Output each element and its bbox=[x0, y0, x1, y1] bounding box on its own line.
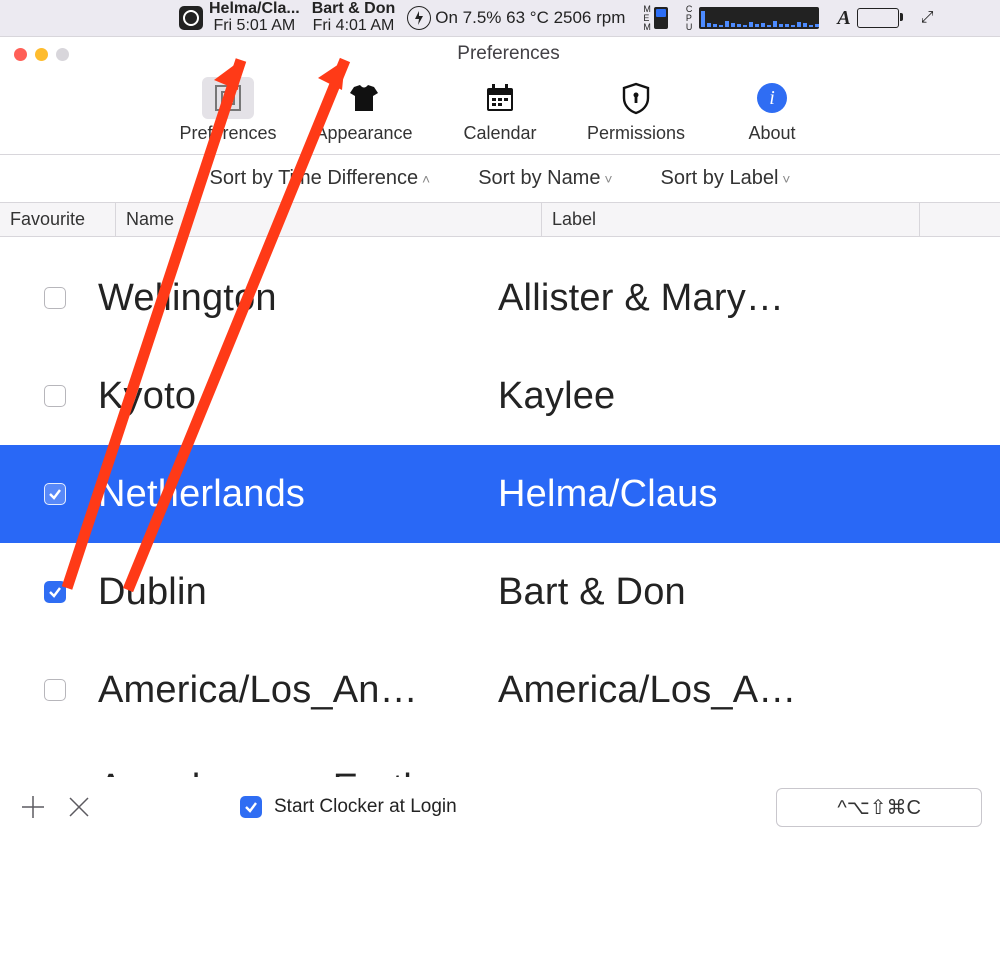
table-row[interactable]: KyotoKaylee bbox=[12, 347, 988, 445]
clocker-menubar-item[interactable]: Helma/Cla... Fri 5:01 AM bbox=[173, 1, 306, 35]
favourite-checkbox[interactable] bbox=[44, 287, 66, 309]
favourite-checkbox[interactable] bbox=[44, 679, 66, 701]
menubar-mem-gauge[interactable]: M E M bbox=[637, 5, 674, 32]
tshirt-icon bbox=[338, 77, 390, 119]
tab-about[interactable]: i About bbox=[717, 77, 827, 144]
remove-button[interactable] bbox=[64, 792, 94, 822]
favourite-checkbox[interactable] bbox=[44, 483, 66, 505]
row-name: America/Los_An… bbox=[98, 669, 498, 712]
tab-appearance-label: Appearance bbox=[315, 123, 412, 144]
menubar-clock-1-label: Helma/Cla... bbox=[209, 1, 300, 18]
menubar-clock-1: Helma/Cla... Fri 5:01 AM bbox=[209, 1, 300, 35]
row-label: Helma/Claus bbox=[498, 473, 988, 516]
row-name: Dublin bbox=[98, 571, 498, 614]
start-at-login-option[interactable]: Start Clocker at Login bbox=[240, 796, 457, 818]
menubar-clock-2-label: Bart & Don bbox=[312, 1, 396, 18]
column-favourite[interactable]: Favourite bbox=[0, 203, 116, 236]
row-label: Bart & Don bbox=[498, 571, 988, 614]
battery-icon bbox=[857, 8, 899, 28]
start-at-login-checkbox[interactable] bbox=[240, 796, 262, 818]
table-row[interactable]: WellingtonAllister & Mary… bbox=[12, 249, 988, 347]
table-row[interactable]: America/Los_An…America/Los_A… bbox=[12, 641, 988, 739]
cpu-graph-icon bbox=[699, 7, 819, 29]
tab-permissions[interactable]: Permissions bbox=[581, 77, 691, 144]
tab-preferences-label: Preferences bbox=[179, 123, 276, 144]
sort-bar: Sort by Time Difference Sort by Name Sor… bbox=[0, 155, 1000, 202]
menubar-clock-2: Bart & Don Fri 4:01 AM bbox=[312, 1, 396, 35]
column-spacer bbox=[920, 203, 1000, 236]
cpu-tag: C P U bbox=[686, 5, 693, 32]
row-label: Allister & Mary… bbox=[498, 277, 988, 320]
tab-appearance[interactable]: Appearance bbox=[309, 77, 419, 144]
row-label: America/Los_A… bbox=[498, 669, 988, 712]
start-at-login-label: Start Clocker at Login bbox=[274, 796, 457, 818]
tab-about-label: About bbox=[748, 123, 795, 144]
table-row[interactable]: NetherlandsHelma/Claus bbox=[0, 445, 1000, 543]
clocker-app-icon bbox=[179, 6, 203, 30]
row-name: Kyoto bbox=[98, 375, 498, 418]
menubar-font-item[interactable]: A bbox=[825, 7, 904, 30]
timezone-table: WellingtonAllister & Mary…KyotoKayleeNet… bbox=[0, 237, 1000, 837]
tab-calendar-label: Calendar bbox=[463, 123, 536, 144]
preferences-window: Preferences Preferences Appearance Calen… bbox=[0, 37, 1000, 837]
tab-calendar[interactable]: Calendar bbox=[445, 77, 555, 144]
tab-preferences[interactable]: Preferences bbox=[173, 77, 283, 144]
column-label[interactable]: Label bbox=[542, 203, 920, 236]
window-footer: Start Clocker at Login ^⌥⇧⌘C bbox=[0, 777, 1000, 837]
menubar-cpu-gauge[interactable]: C P U bbox=[680, 5, 826, 32]
sort-by-time-difference[interactable]: Sort by Time Difference bbox=[210, 167, 431, 190]
mem-bar-icon bbox=[654, 7, 668, 29]
font-icon: A bbox=[837, 7, 850, 30]
menubar-clock-1-time: Fri 5:01 AM bbox=[209, 18, 300, 35]
window-title: Preferences bbox=[17, 43, 1000, 65]
menubar-clock-2-time: Fri 4:01 AM bbox=[312, 18, 396, 35]
row-name: Netherlands bbox=[98, 473, 498, 516]
add-button[interactable] bbox=[18, 792, 48, 822]
shield-icon bbox=[610, 77, 662, 119]
menubar-stats-text: On 7.5% 63 °C 2506 rpm bbox=[435, 8, 625, 28]
menubar-clock-2-container[interactable]: Bart & Don Fri 4:01 AM bbox=[306, 1, 402, 35]
sort-by-label[interactable]: Sort by Label bbox=[661, 167, 791, 190]
window-titlebar: Preferences bbox=[0, 37, 1000, 71]
macos-menubar: Helma/Cla... Fri 5:01 AM Bart & Don Fri … bbox=[0, 0, 1000, 37]
table-row[interactable]: DublinBart & Don bbox=[12, 543, 988, 641]
mem-tag: M E M bbox=[643, 5, 651, 32]
table-header: Favourite Name Label bbox=[0, 202, 1000, 237]
favourite-checkbox[interactable] bbox=[44, 385, 66, 407]
column-name[interactable]: Name bbox=[116, 203, 542, 236]
sort-by-name[interactable]: Sort by Name bbox=[478, 167, 612, 190]
row-name: Wellington bbox=[98, 277, 498, 320]
info-icon: i bbox=[746, 77, 798, 119]
keyboard-shortcut-field[interactable]: ^⌥⇧⌘C bbox=[776, 788, 982, 827]
menubar-expand-icon[interactable]: ⤢ bbox=[915, 9, 940, 27]
favourite-checkbox[interactable] bbox=[44, 581, 66, 603]
power-icon bbox=[407, 6, 431, 30]
preferences-tab-icon bbox=[202, 77, 254, 119]
calendar-icon bbox=[474, 77, 526, 119]
menubar-system-stats[interactable]: On 7.5% 63 °C 2506 rpm bbox=[401, 6, 631, 30]
tab-permissions-label: Permissions bbox=[587, 123, 685, 144]
preferences-toolbar: Preferences Appearance Calendar Permissi… bbox=[0, 71, 1000, 155]
row-label: Kaylee bbox=[498, 375, 988, 418]
